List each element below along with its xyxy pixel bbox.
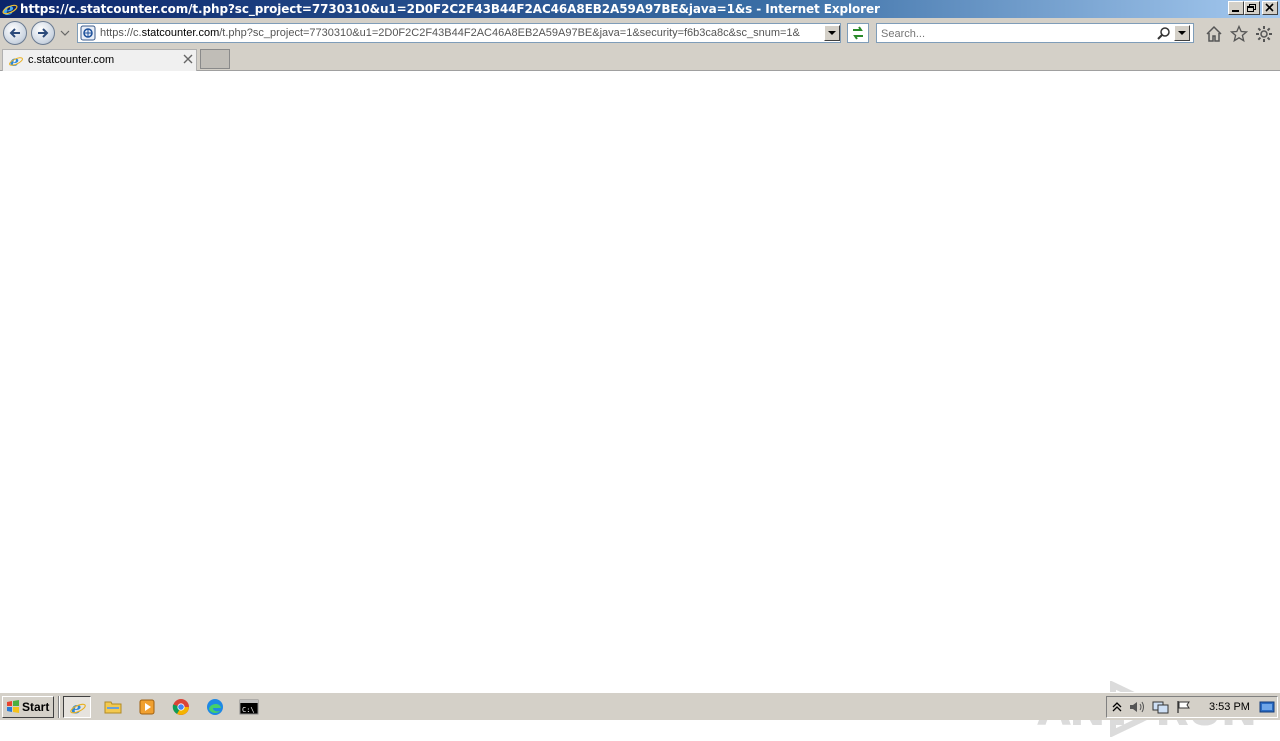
- taskbar: Start e C:\ 3:53 PM: [0, 692, 1280, 720]
- address-dropdown-button[interactable]: [824, 25, 840, 41]
- volume-icon[interactable]: [1129, 700, 1147, 714]
- address-bar[interactable]: https://c.statcounter.com/t.php?sc_proje…: [77, 23, 841, 43]
- chrome-icon: [172, 699, 189, 715]
- new-tab-button[interactable]: [200, 49, 230, 69]
- chevron-down-icon: [1178, 31, 1186, 35]
- windows-logo-icon: [7, 700, 19, 713]
- search-input[interactable]: [879, 25, 1153, 43]
- action-center-flag-icon[interactable]: [1176, 700, 1192, 714]
- tab-bar: e c.statcounter.com: [0, 48, 1280, 71]
- minimize-button[interactable]: [1228, 1, 1244, 15]
- search-dropdown-button[interactable]: [1174, 25, 1190, 41]
- history-dropdown-icon[interactable]: [60, 28, 70, 38]
- close-icon: [1265, 3, 1274, 12]
- search-icon[interactable]: [1157, 26, 1171, 40]
- start-label: Start: [22, 700, 50, 714]
- favorites-star-icon[interactable]: [1230, 25, 1248, 43]
- minimize-icon: [1232, 10, 1239, 12]
- title-bar: e https://c.statcounter.com/t.php?sc_pro…: [0, 0, 1280, 18]
- tab-statcounter[interactable]: e c.statcounter.com: [2, 49, 197, 71]
- start-button[interactable]: Start: [2, 696, 54, 718]
- network-icon[interactable]: [1152, 700, 1170, 714]
- show-desktop-icon[interactable]: [1259, 699, 1275, 715]
- svg-text:C:\: C:\: [242, 706, 255, 714]
- search-box[interactable]: [876, 23, 1194, 43]
- taskbar-edge[interactable]: [201, 696, 229, 718]
- taskbar-file-explorer[interactable]: [99, 696, 127, 718]
- taskbar-chrome[interactable]: [167, 696, 195, 718]
- home-icon[interactable]: [1205, 25, 1223, 43]
- forward-button[interactable]: [31, 21, 55, 45]
- settings-gear-icon[interactable]: [1255, 25, 1273, 43]
- window-title: https://c.statcounter.com/t.php?sc_proje…: [20, 2, 880, 16]
- media-player-icon: [139, 699, 155, 715]
- edge-icon: [207, 699, 223, 715]
- page-content: ANY RUN: [0, 71, 1280, 737]
- url-prefix: https://c.: [100, 27, 142, 39]
- command-prompt-icon: C:\: [239, 699, 259, 715]
- back-arrow-icon: [9, 28, 20, 38]
- ie-logo-icon: e: [2, 1, 18, 17]
- address-url[interactable]: https://c.statcounter.com/t.php?sc_proje…: [100, 27, 800, 39]
- url-domain: statcounter.com: [141, 27, 220, 39]
- clock[interactable]: 3:53 PM: [1209, 701, 1250, 713]
- page-icon: [80, 25, 96, 41]
- taskbar-cmd[interactable]: C:\: [234, 696, 262, 718]
- close-button[interactable]: [1262, 1, 1278, 15]
- system-tray: 3:53 PM: [1106, 696, 1278, 718]
- refresh-arrows-icon: [853, 26, 863, 40]
- restore-icon: [1247, 4, 1256, 12]
- internet-explorer-icon: e: [70, 699, 86, 717]
- navigation-bar: https://c.statcounter.com/t.php?sc_proje…: [0, 18, 1280, 48]
- back-button[interactable]: [3, 21, 27, 45]
- url-path: /t.php?sc_project=7730310&u1=2D0F2C2F43B…: [219, 27, 800, 39]
- ie-favicon-icon: e: [9, 54, 23, 69]
- chevron-down-icon: [828, 31, 836, 35]
- show-hidden-icons-icon[interactable]: [1111, 700, 1123, 714]
- taskbar-separator: [58, 696, 60, 718]
- folder-icon: [104, 701, 122, 714]
- taskbar-internet-explorer[interactable]: e: [63, 696, 91, 718]
- compatibility-view-button[interactable]: [847, 23, 869, 43]
- forward-arrow-icon: [38, 28, 49, 38]
- taskbar-media-player[interactable]: [133, 696, 161, 718]
- restore-button[interactable]: [1244, 1, 1260, 15]
- tab-label: c.statcounter.com: [28, 54, 115, 66]
- tab-close-icon[interactable]: [182, 53, 194, 65]
